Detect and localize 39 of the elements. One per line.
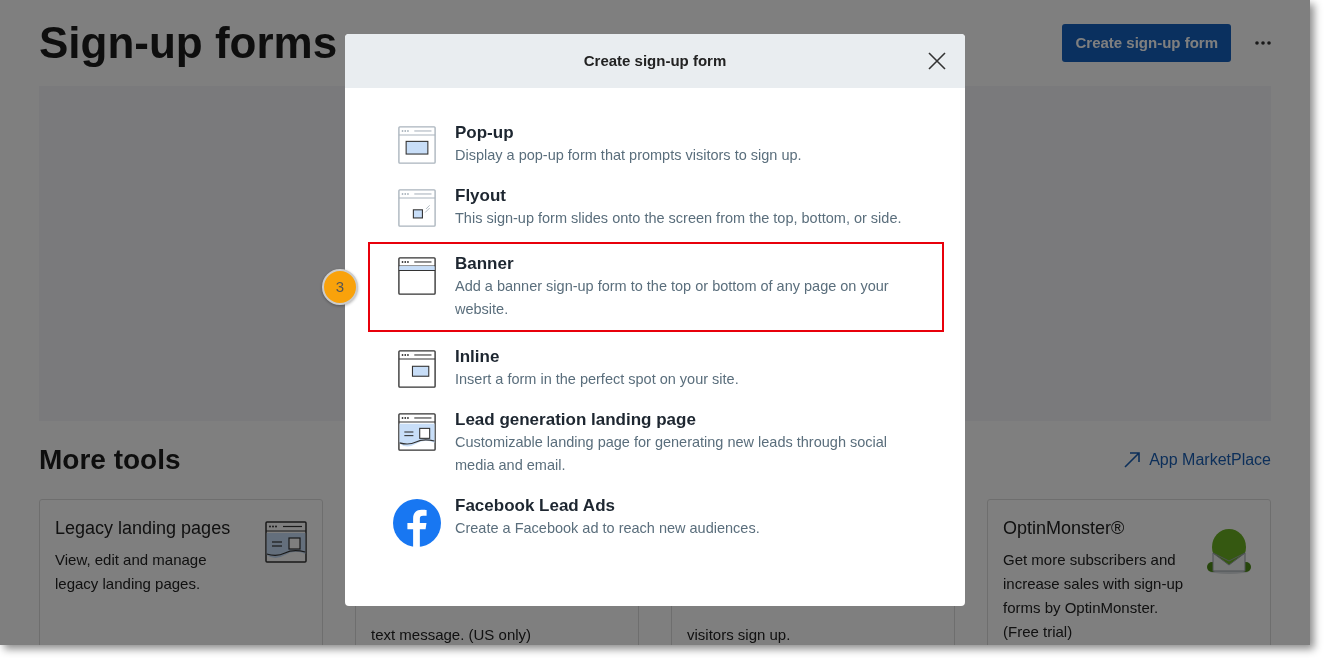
modal-title: Create sign-up form bbox=[583, 50, 727, 71]
page-title: Sign-up forms bbox=[39, 21, 338, 65]
option-title: Lead generation landing page bbox=[455, 409, 697, 431]
option-description: Customizable landing page for generating new leads through social media and email. bbox=[455, 433, 889, 475]
option-title: Flyout bbox=[455, 185, 507, 207]
banner-window-icon bbox=[398, 257, 436, 295]
form-option[interactable]: Facebook Lead Ads Create a Facebook ad to reach new audiences. bbox=[368, 487, 944, 555]
tool-card[interactable]: OptinMonster® Get more subscribers and increase sales with sign-up forms by OptinMonster. (Free trial) bbox=[987, 499, 1271, 645]
external-arrow-icon bbox=[1123, 451, 1142, 469]
option-title: Banner bbox=[455, 253, 515, 275]
option-title: Facebook Lead Ads bbox=[455, 495, 616, 517]
card-description: visitors sign up. bbox=[687, 625, 791, 645]
tool-card[interactable]: Legacy landing pages View, edit and manage legacy landing pages. bbox=[39, 499, 323, 645]
landing-page-icon bbox=[398, 413, 436, 451]
card-description: View, edit and manage legacy landing pages. bbox=[55, 550, 208, 594]
option-title: Inline bbox=[455, 346, 501, 368]
option-description: Add a banner sign-up form to the top or bottom of any page on your website. bbox=[455, 277, 890, 319]
facebook-logo-icon bbox=[393, 499, 441, 547]
more-options-icon[interactable] bbox=[1255, 41, 1271, 45]
step-callout-badge: 3 bbox=[322, 269, 358, 305]
form-option[interactable]: Inline Insert a form in the perfect spot on your site. bbox=[368, 338, 944, 399]
form-option[interactable]: Lead generation landing page Customizable landing page for generating new leads through social media and email. bbox=[368, 401, 944, 485]
landing-page-icon bbox=[265, 521, 307, 563]
flyout-window-icon bbox=[398, 189, 436, 227]
option-title: Pop-up bbox=[455, 122, 515, 144]
option-description: Create a Facebook ad to reach new audiences. bbox=[455, 519, 760, 538]
form-option[interactable]: Flyout This sign-up form slides onto the screen from the top, bottom, or side. bbox=[368, 177, 944, 238]
form-option[interactable]: Pop-up Display a pop-up form that prompts visitors to sign up. bbox=[368, 114, 944, 175]
card-description: text message. (US only) bbox=[371, 625, 532, 645]
inline-window-icon bbox=[398, 350, 436, 388]
close-button[interactable] bbox=[927, 51, 947, 71]
card-description: Get more subscribers and increase sales with sign-up forms by OptinMonster. (Free trial) bbox=[1003, 550, 1185, 642]
option-description: Insert a form in the perfect spot on your site. bbox=[455, 370, 739, 389]
option-description: Display a pop-up form that prompts visitors to sign up. bbox=[455, 146, 802, 165]
card-title: Legacy landing pages bbox=[55, 517, 232, 540]
popup-window-icon bbox=[398, 126, 436, 164]
section-title: More tools bbox=[39, 443, 181, 477]
card-title: OptinMonster® bbox=[1003, 517, 1126, 540]
option-description: This sign-up form slides onto the screen from the top, bottom, or side. bbox=[455, 209, 902, 228]
